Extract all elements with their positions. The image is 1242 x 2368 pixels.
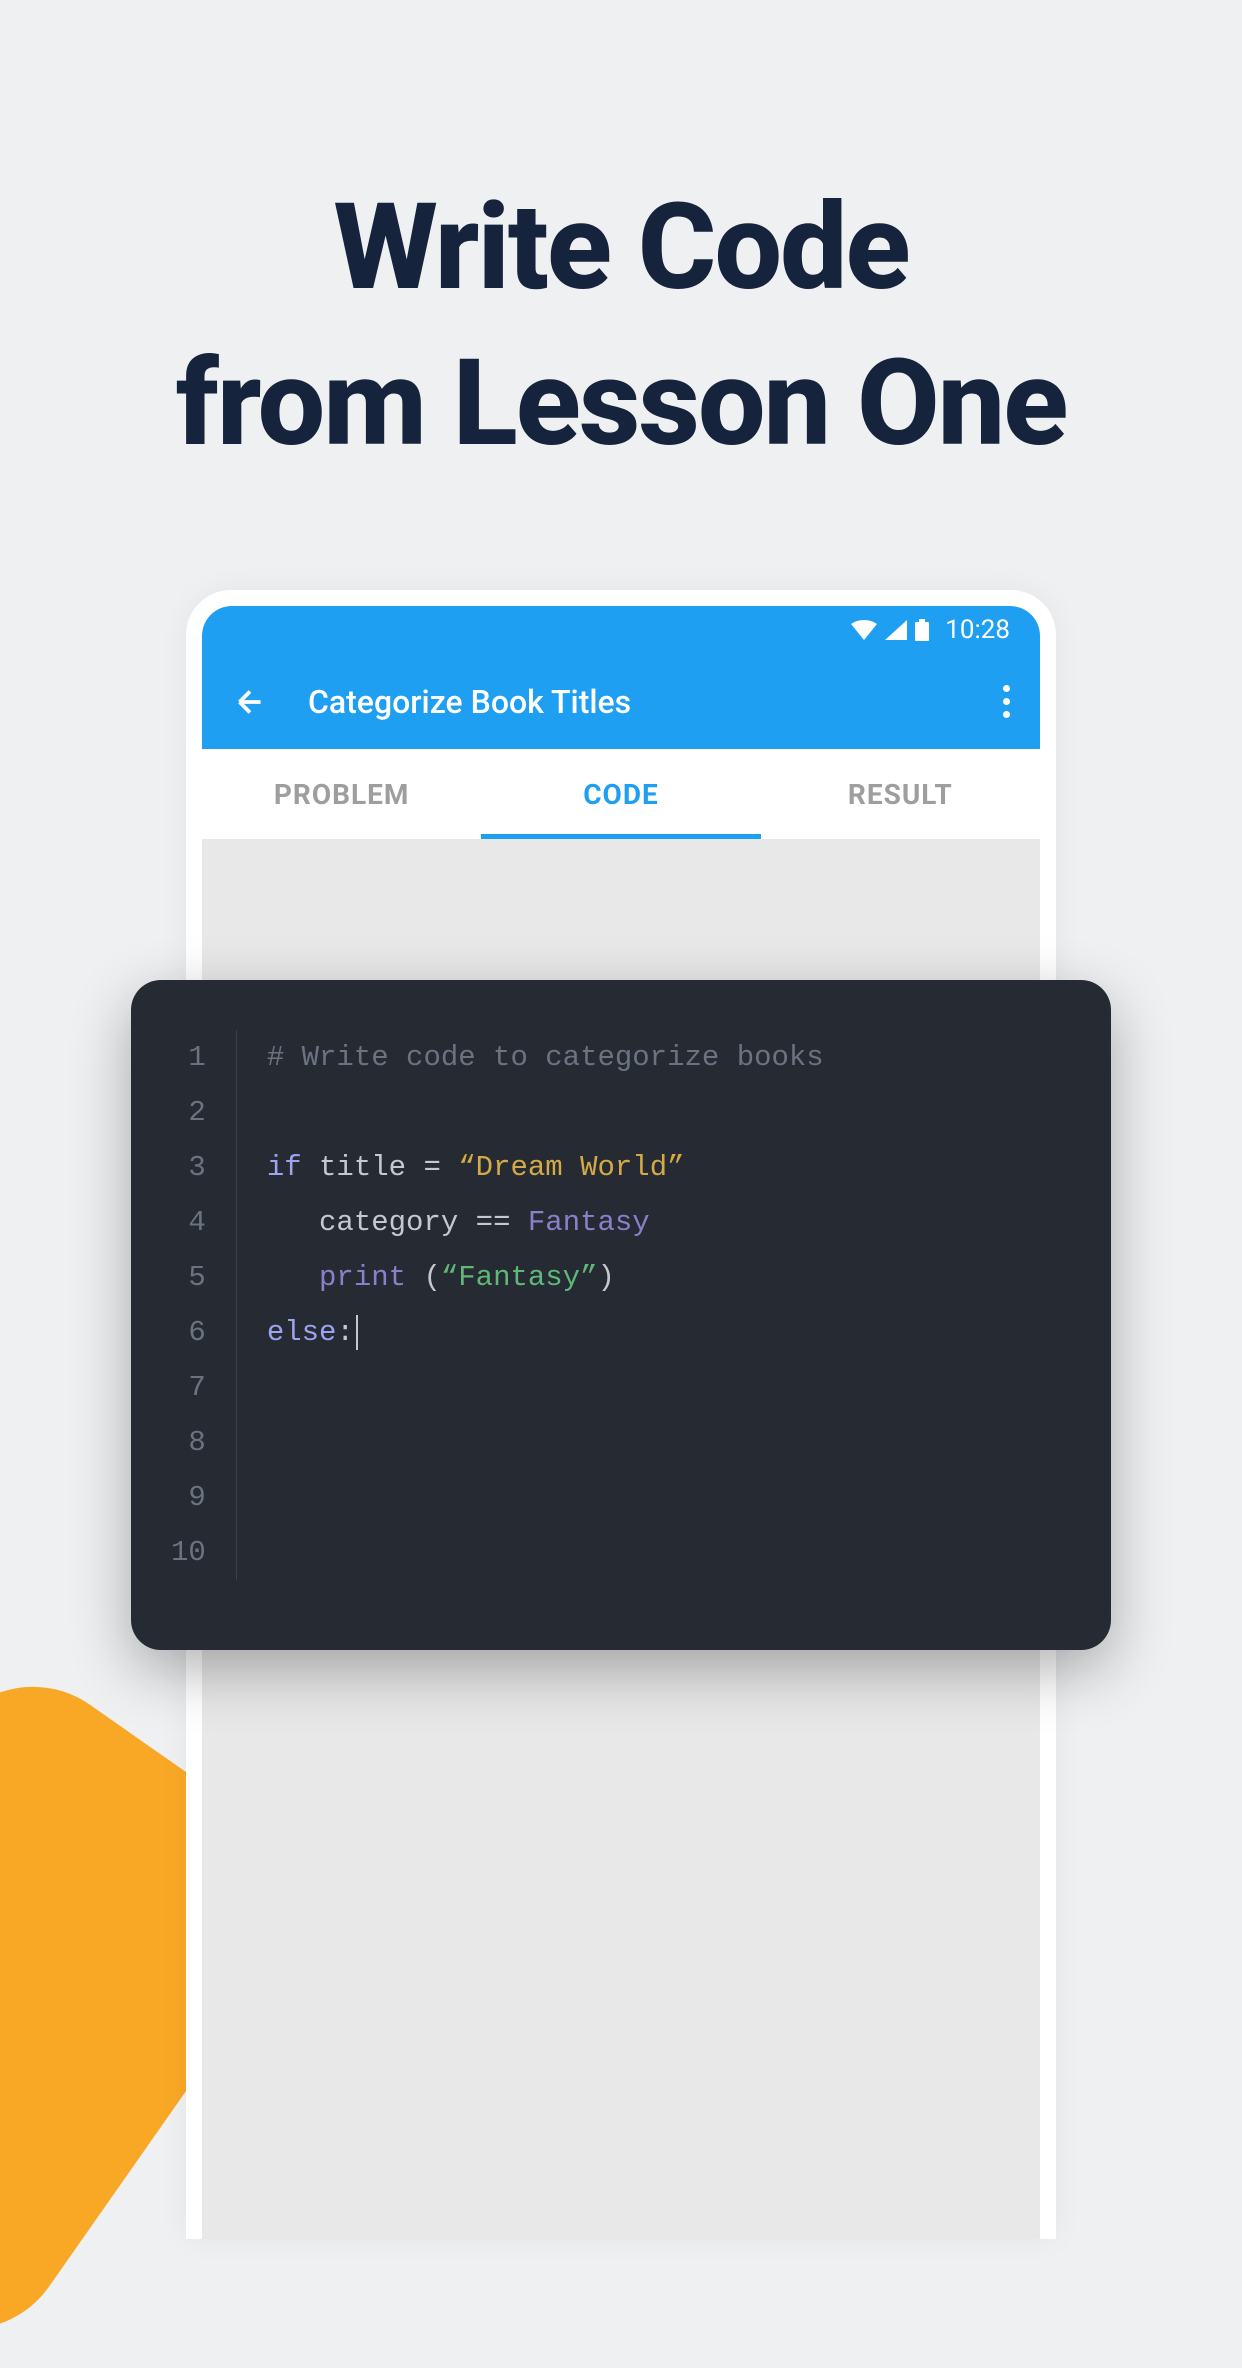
line-number: 4 xyxy=(171,1195,206,1250)
line-number: 9 xyxy=(171,1470,206,1525)
code-variable: category xyxy=(319,1206,458,1239)
tab-code[interactable]: CODE xyxy=(481,749,760,839)
marketing-headline: Write Code from Lesson One xyxy=(0,0,1242,482)
code-punctuation: : xyxy=(336,1316,353,1349)
line-number: 5 xyxy=(171,1250,206,1305)
line-number: 6 xyxy=(171,1305,206,1360)
code-operator: == xyxy=(476,1206,511,1239)
line-number: 1 xyxy=(171,1030,206,1085)
code-comment: # Write code to categorize books xyxy=(267,1041,824,1074)
line-number: 8 xyxy=(171,1415,206,1470)
code-line xyxy=(267,1085,1071,1140)
code-line xyxy=(267,1470,1071,1525)
line-number: 2 xyxy=(171,1085,206,1140)
code-line xyxy=(267,1525,1071,1580)
status-bar: 10:28 xyxy=(202,606,1040,654)
code-variable: title xyxy=(319,1151,406,1184)
tab-result[interactable]: RESULT xyxy=(761,749,1040,839)
headline-line-1: Write Code xyxy=(0,170,1242,326)
line-number: 7 xyxy=(171,1360,206,1415)
cellular-icon xyxy=(885,620,907,640)
tab-bar: PROBLEM CODE RESULT xyxy=(202,749,1040,839)
tab-label: RESULT xyxy=(848,778,953,811)
code-keyword: if xyxy=(267,1151,302,1184)
code-punctuation: ) xyxy=(598,1261,615,1294)
code-content[interactable]: # Write code to categorize books if titl… xyxy=(267,1030,1071,1580)
code-punctuation: ( xyxy=(406,1261,441,1294)
wifi-icon xyxy=(851,620,877,640)
text-cursor xyxy=(356,1315,358,1350)
tab-problem[interactable]: PROBLEM xyxy=(202,749,481,839)
code-line: category == Fantasy xyxy=(267,1195,1071,1250)
code-string: “Dream World” xyxy=(458,1151,684,1184)
code-string: “Fantasy” xyxy=(441,1261,598,1294)
code-line xyxy=(267,1360,1071,1415)
headline-line-2: from Lesson One xyxy=(0,326,1242,482)
code-function: print xyxy=(319,1261,406,1294)
code-line xyxy=(267,1415,1071,1470)
line-number-gutter: 1 2 3 4 5 6 7 8 9 10 xyxy=(171,1030,237,1580)
code-line: print (“Fantasy”) xyxy=(267,1250,1071,1305)
code-editor[interactable]: 1 2 3 4 5 6 7 8 9 10 # Write code to cat… xyxy=(131,980,1111,1650)
tab-label: CODE xyxy=(583,778,659,811)
code-line: if title = “Dream World” xyxy=(267,1140,1071,1195)
battery-icon xyxy=(915,619,929,641)
line-number: 3 xyxy=(171,1140,206,1195)
code-line: else: xyxy=(267,1305,1071,1360)
more-options-icon[interactable] xyxy=(1003,685,1010,718)
code-line: # Write code to categorize books xyxy=(267,1030,1071,1085)
status-time: 10:28 xyxy=(945,615,1010,645)
code-operator: = xyxy=(423,1151,440,1184)
page-title: Categorize Book Titles xyxy=(308,683,631,721)
app-bar: Categorize Book Titles xyxy=(202,654,1040,749)
code-identifier: Fantasy xyxy=(528,1206,650,1239)
tab-label: PROBLEM xyxy=(274,778,410,811)
back-arrow-icon[interactable] xyxy=(232,684,268,720)
line-number: 10 xyxy=(171,1525,206,1580)
code-keyword: else xyxy=(267,1316,337,1349)
